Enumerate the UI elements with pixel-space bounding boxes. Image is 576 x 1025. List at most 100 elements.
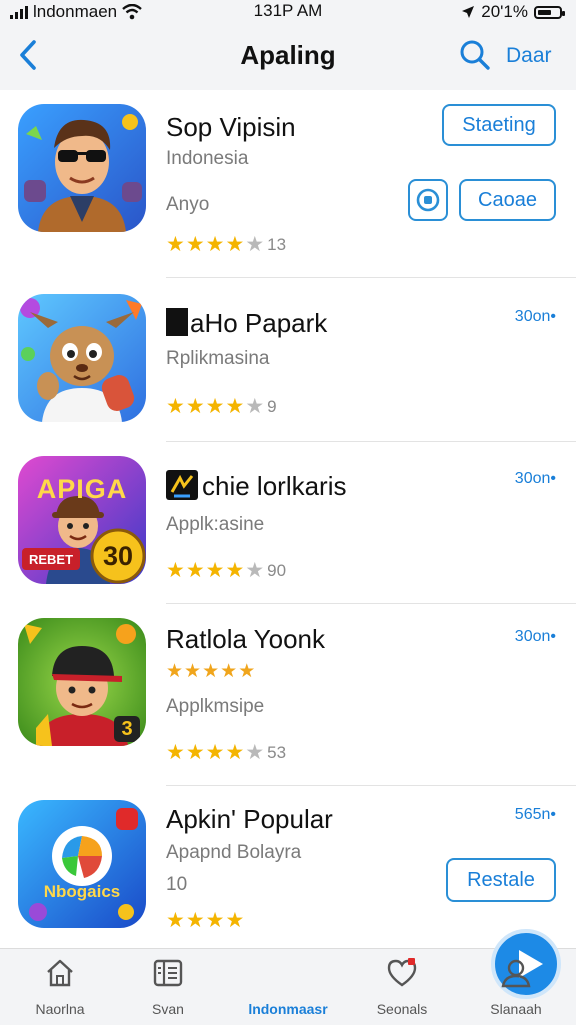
star-icon: ★	[205, 741, 225, 764]
tab-label: Naorlna	[35, 1001, 85, 1017]
rating-count: 9	[267, 396, 277, 416]
app-subtitle: Apapnd Bolayra	[166, 842, 302, 863]
search-icon[interactable]	[458, 38, 492, 72]
app-subtitle-secondary: 10	[166, 874, 188, 895]
tab-home[interactable]: Naorlna	[10, 949, 110, 1025]
star-icon: ★	[184, 661, 202, 682]
star-icon: ★	[245, 233, 265, 256]
star-icon: ★	[185, 395, 205, 418]
star-icon: ★	[185, 741, 205, 764]
share-icon	[416, 188, 440, 212]
app-subtitle: Applk:asine	[166, 514, 265, 535]
rating-count: 13	[267, 234, 287, 254]
star-icon: ★	[225, 233, 245, 256]
star-icon: ★	[245, 395, 265, 418]
app-name: chie lorlkaris	[166, 470, 347, 502]
icon-badge-text: 3	[121, 718, 133, 740]
star-icon: ★	[166, 395, 185, 418]
star-icon: ★	[185, 909, 205, 932]
star-rating: ★ ★ ★ ★ ★ 53	[166, 740, 286, 765]
share-button[interactable]	[408, 179, 448, 221]
star-rating-secondary: ★ ★ ★ ★ ★	[166, 660, 255, 683]
list-item[interactable]: Sop Vipisin Indonesia Anyo ★ ★ ★ ★ ★ 13 Stae…	[0, 90, 576, 278]
star-rating: ★ ★ ★ ★ ★ 90	[166, 558, 286, 583]
app-list: Sop Vipisin Indonesia Anyo ★ ★ ★ ★ ★ 13 Stae…	[0, 90, 576, 948]
app-icon: APIGA 30 REBET	[18, 456, 146, 584]
star-icon: ★	[238, 661, 256, 682]
app-subtitle: Indonesia	[166, 148, 249, 169]
star-icon: ★	[245, 741, 265, 764]
tab-bar: Naorlna Svan lndonmaasr Seonals Slanaah	[0, 929, 576, 1025]
app-icon	[18, 294, 146, 422]
tab-label: lndonmaasr	[248, 1001, 328, 1017]
star-rating: ★ ★ ★ ★ ★ 9	[166, 394, 277, 419]
tab-favorites[interactable]: Seonals	[352, 949, 452, 1025]
app-icon: 3	[18, 618, 146, 746]
star-icon: ★	[166, 661, 184, 682]
star-icon: ★	[205, 233, 225, 256]
person-icon	[501, 959, 531, 988]
star-icon: ★	[166, 909, 185, 932]
icon-banner-text: REBET	[28, 552, 74, 567]
battery-percent: 20'1%	[481, 2, 528, 21]
star-icon: ★	[185, 233, 205, 256]
star-icon: ★	[225, 909, 245, 932]
star-icon: ★	[225, 395, 245, 418]
app-icon: Nbogaics	[18, 800, 146, 928]
app-name: Apkin' Popular	[166, 804, 333, 834]
star-icon: ★	[245, 559, 265, 582]
home-icon	[47, 959, 73, 987]
app-icon	[18, 104, 146, 232]
app-badge-icon	[166, 470, 198, 500]
restale-button[interactable]: Restale	[446, 858, 556, 902]
app-name: Sop Vipisin	[166, 112, 296, 142]
starting-button[interactable]: Staeting	[442, 104, 556, 146]
star-icon: ★	[166, 559, 185, 582]
star-icon: ★	[205, 909, 225, 932]
app-price[interactable]: 30on•	[515, 470, 556, 488]
heart-icon	[387, 958, 417, 987]
app-subtitle-secondary: Anyo	[166, 194, 210, 215]
status-bar: lndonmaen 131P AM 20'1%	[0, 0, 576, 24]
star-rating: ★ ★ ★ ★	[166, 908, 244, 933]
app-badge-icon	[166, 308, 188, 336]
tab-label: Slanaah	[490, 1001, 542, 1017]
app-price[interactable]: 30on•	[515, 308, 556, 326]
rating-count: 90	[267, 560, 287, 580]
star-rating: ★ ★ ★ ★ ★ 13	[166, 232, 286, 257]
app-subtitle: Rplikmasina	[166, 348, 270, 369]
app-name: Ratlola Yoonk	[166, 624, 326, 654]
star-icon: ★	[205, 559, 225, 582]
app-price[interactable]: 30on•	[515, 628, 556, 646]
star-icon: ★	[225, 741, 245, 764]
icon-title-text: Nbogaics	[43, 882, 121, 901]
app-name-text: aHo Papark	[190, 308, 328, 338]
star-icon: ★	[225, 559, 245, 582]
location-arrow-icon	[462, 6, 475, 18]
list-icon	[153, 959, 183, 987]
battery-icon	[534, 5, 565, 19]
tab-profile[interactable]: Slanaah	[466, 949, 566, 1025]
star-icon: ★	[205, 395, 225, 418]
list-item[interactable]: APIGA 30 REBET chie lorlkaris Applk:asin…	[0, 442, 576, 604]
list-item[interactable]: Nbogaics Apkin' Popular Apapnd Bolayra 1…	[0, 786, 576, 948]
rating-count: 53	[267, 742, 287, 762]
navigation-bar: Apaling Daar	[0, 24, 576, 90]
star-icon: ★	[166, 233, 185, 256]
star-icon: ★	[185, 559, 205, 582]
tab-list[interactable]: Svan	[118, 949, 218, 1025]
star-icon: ★	[202, 661, 220, 682]
nav-action-button[interactable]: Daar	[506, 44, 552, 68]
tab-label: Seonals	[376, 1001, 428, 1017]
app-price[interactable]: 565n•	[515, 806, 556, 824]
star-icon: ★	[166, 741, 185, 764]
tab-play[interactable]: lndonmaasr	[238, 929, 561, 1025]
tab-label: Svan	[152, 1001, 184, 1017]
cancel-button[interactable]: Caoae	[459, 179, 556, 221]
app-name-text: chie lorlkaris	[202, 471, 347, 501]
list-item[interactable]: aHo Papark Rplikmasina ★ ★ ★ ★ ★ 9 30on•	[0, 278, 576, 442]
list-item[interactable]: 3 Ratlola Yoonk ★ ★ ★ ★ ★ Applkmsipe ★ ★ ★ ★ ★ 5…	[0, 604, 576, 786]
star-icon: ★	[220, 661, 238, 682]
app-subtitle: Applkmsipe	[166, 696, 265, 717]
icon-number-text: 30	[102, 541, 134, 571]
